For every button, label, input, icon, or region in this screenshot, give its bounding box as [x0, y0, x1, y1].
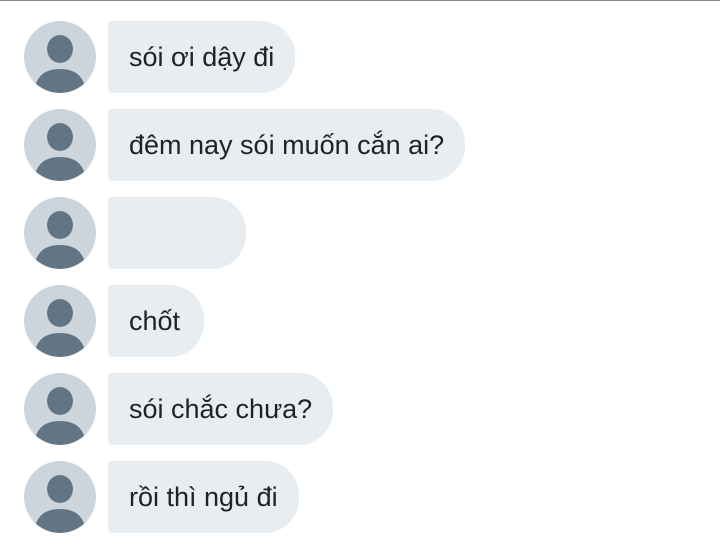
chat-message-list: sói ơi dậy đi đêm nay sói muốn cắn ai? c… [24, 21, 466, 549]
message-text: đêm nay sói muốn cắn ai? [129, 129, 445, 160]
message-bubble[interactable]: rồi thì ngủ đi [108, 461, 299, 533]
avatar-icon[interactable] [24, 285, 96, 357]
message-text: sói chắc chưa? [129, 393, 313, 424]
avatar-icon[interactable] [24, 461, 96, 533]
message-bubble-empty[interactable] [108, 197, 246, 269]
message-row-1: sói ơi dậy đi [24, 21, 465, 93]
message-row-5: sói chắc chưa? [24, 373, 465, 445]
message-bubble[interactable]: sói ơi dậy đi [108, 21, 296, 93]
avatar-icon[interactable] [24, 21, 96, 93]
top-divider [0, 0, 720, 1]
message-row-4: chốt [24, 285, 465, 357]
message-text: chốt [129, 305, 181, 336]
message-row-2: đêm nay sói muốn cắn ai? [24, 109, 466, 181]
avatar-icon[interactable] [24, 373, 96, 445]
avatar-icon[interactable] [24, 109, 96, 181]
message-bubble[interactable]: đêm nay sói muốn cắn ai? [108, 109, 466, 181]
message-bubble[interactable]: sói chắc chưa? [108, 373, 334, 445]
message-bubble[interactable]: chốt [108, 285, 204, 357]
message-row-6: rồi thì ngủ đi [24, 461, 465, 533]
avatar-icon[interactable] [24, 197, 96, 269]
message-row-3 [24, 197, 465, 269]
message-text: sói ơi dậy đi [129, 41, 275, 72]
message-text: rồi thì ngủ đi [129, 481, 278, 512]
